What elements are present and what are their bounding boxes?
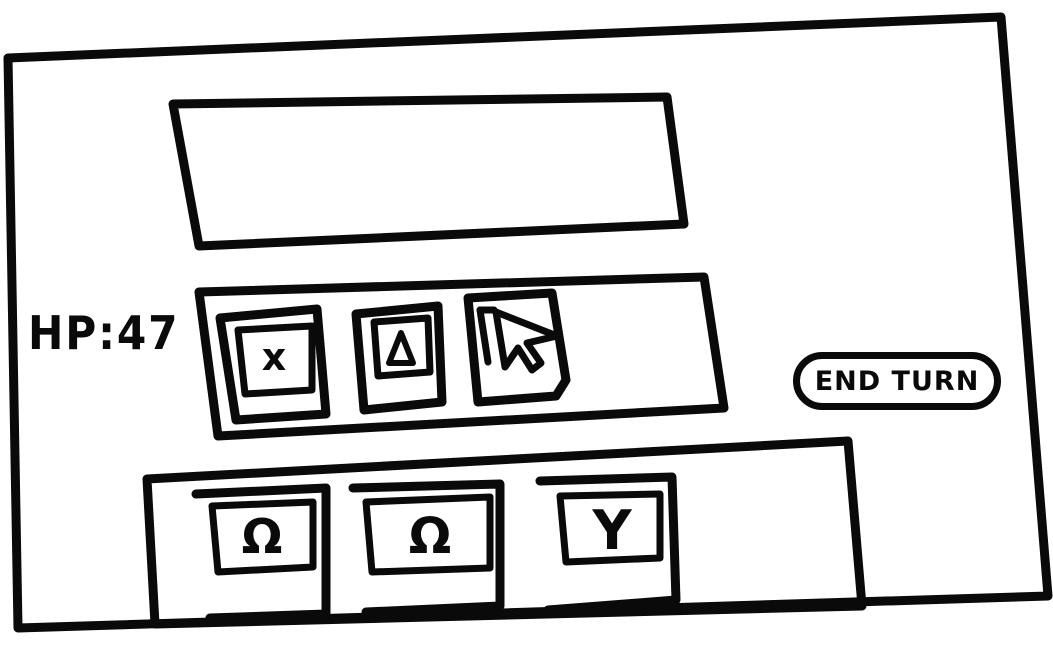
end-turn-button[interactable]: END TURN <box>793 352 1001 410</box>
omega-icon: Ω <box>241 509 283 565</box>
action-slot-triangle[interactable] <box>351 301 447 415</box>
action-slot-cursor[interactable] <box>463 288 571 407</box>
game-screen: HP:47 x Ω Ω Y END TURN <box>0 0 1053 646</box>
x-icon: x <box>261 335 287 379</box>
info-panel[interactable] <box>168 92 689 251</box>
triangle-icon <box>386 330 416 366</box>
cursor-icon <box>492 308 561 374</box>
end-turn-label: END TURN <box>814 365 980 397</box>
hp-readout: HP:47 <box>28 306 180 360</box>
y-icon: Y <box>592 499 632 562</box>
omega-icon: Ω <box>408 507 452 565</box>
